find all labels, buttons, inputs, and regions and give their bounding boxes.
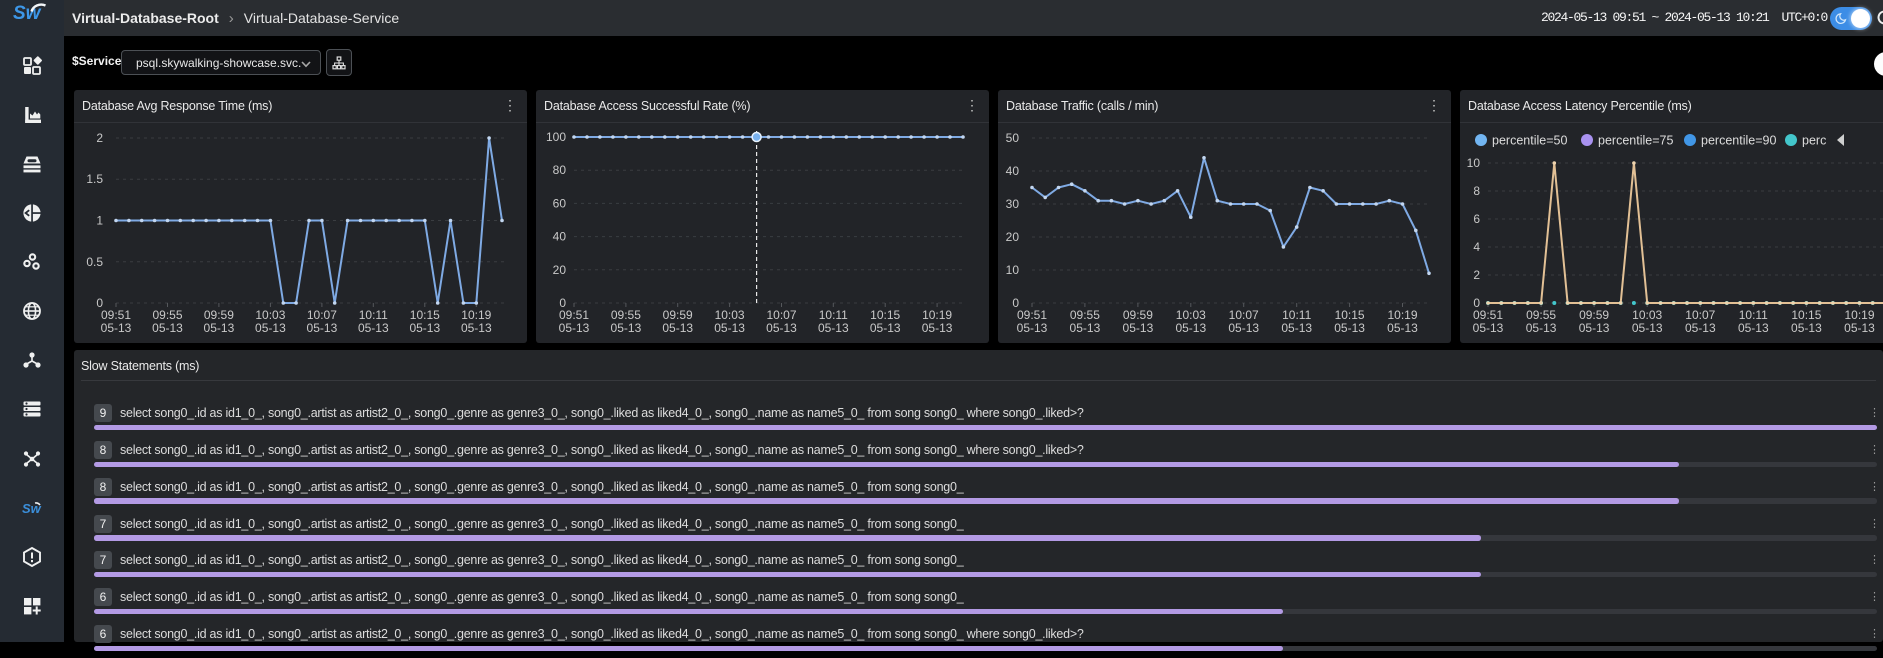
- svg-text:05-13: 05-13: [1228, 321, 1259, 335]
- svg-text:05-13: 05-13: [922, 321, 953, 335]
- svg-text:09:55: 09:55: [1070, 308, 1100, 322]
- svg-text:05-13: 05-13: [204, 321, 235, 335]
- svg-text:4: 4: [1473, 240, 1480, 254]
- svg-text:05-13: 05-13: [1123, 321, 1154, 335]
- svg-text:05-13: 05-13: [1017, 321, 1048, 335]
- svg-text:05-13: 05-13: [766, 321, 797, 335]
- svg-text:05-13: 05-13: [818, 321, 849, 335]
- svg-text:05-13: 05-13: [1632, 321, 1663, 335]
- svg-text:05-13: 05-13: [1070, 321, 1101, 335]
- svg-text:10:19: 10:19: [1844, 308, 1874, 322]
- svg-text:05-13: 05-13: [307, 321, 338, 335]
- svg-text:09:59: 09:59: [663, 308, 693, 322]
- svg-text:80: 80: [553, 163, 567, 177]
- svg-text:09:59: 09:59: [204, 308, 234, 322]
- svg-text:10:03: 10:03: [715, 308, 745, 322]
- svg-text:40: 40: [553, 230, 567, 244]
- svg-text:10:19: 10:19: [922, 308, 952, 322]
- svg-text:05-13: 05-13: [1473, 321, 1504, 335]
- svg-text:2: 2: [1473, 268, 1480, 282]
- svg-text:09:51: 09:51: [101, 308, 131, 322]
- svg-text:100: 100: [546, 130, 566, 144]
- svg-text:05-13: 05-13: [152, 321, 183, 335]
- svg-text:05-13: 05-13: [714, 321, 745, 335]
- svg-text:10:15: 10:15: [870, 308, 900, 322]
- svg-text:50: 50: [1006, 131, 1020, 145]
- svg-text:10:03: 10:03: [1176, 308, 1206, 322]
- svg-text:05-13: 05-13: [1334, 321, 1365, 335]
- svg-text:10: 10: [1467, 156, 1481, 170]
- svg-text:05-13: 05-13: [1579, 321, 1610, 335]
- svg-text:09:51: 09:51: [1473, 308, 1503, 322]
- svg-text:10:11: 10:11: [819, 308, 848, 322]
- svg-text:percentile=90: percentile=90: [1701, 134, 1776, 148]
- svg-text:10: 10: [1006, 263, 1020, 277]
- svg-text:10:15: 10:15: [1335, 308, 1365, 322]
- svg-text:05-13: 05-13: [1791, 321, 1822, 335]
- svg-text:10:07: 10:07: [1229, 308, 1259, 322]
- svg-text:10:03: 10:03: [1632, 308, 1662, 322]
- svg-text:10:07: 10:07: [307, 308, 337, 322]
- svg-text:05-13: 05-13: [662, 321, 693, 335]
- svg-text:09:51: 09:51: [559, 308, 589, 322]
- svg-text:20: 20: [553, 263, 567, 277]
- svg-text:1: 1: [96, 214, 103, 228]
- svg-text:05-13: 05-13: [870, 321, 901, 335]
- svg-text:10:11: 10:11: [359, 308, 388, 322]
- svg-text:09:55: 09:55: [152, 308, 182, 322]
- svg-text:09:51: 09:51: [1017, 308, 1047, 322]
- svg-text:05-13: 05-13: [1844, 321, 1875, 335]
- svg-text:05-13: 05-13: [409, 321, 440, 335]
- svg-text:10:15: 10:15: [410, 308, 440, 322]
- svg-text:10:19: 10:19: [1387, 308, 1417, 322]
- svg-text:09:55: 09:55: [1526, 308, 1556, 322]
- svg-text:05-13: 05-13: [461, 321, 492, 335]
- svg-text:05-13: 05-13: [1281, 321, 1312, 335]
- svg-text:10:11: 10:11: [1282, 308, 1311, 322]
- svg-text:10:07: 10:07: [1685, 308, 1715, 322]
- svg-text:09:55: 09:55: [611, 308, 641, 322]
- svg-text:10:11: 10:11: [1739, 308, 1768, 322]
- svg-text:0.5: 0.5: [86, 255, 103, 269]
- svg-text:20: 20: [1006, 230, 1020, 244]
- svg-text:10:07: 10:07: [766, 308, 796, 322]
- svg-text:8: 8: [1473, 184, 1480, 198]
- svg-text:10:03: 10:03: [255, 308, 285, 322]
- svg-text:05-13: 05-13: [1738, 321, 1769, 335]
- svg-text:6: 6: [1473, 212, 1480, 226]
- svg-text:1.5: 1.5: [86, 172, 103, 186]
- svg-text:05-13: 05-13: [358, 321, 389, 335]
- svg-text:05-13: 05-13: [1526, 321, 1557, 335]
- svg-text:percentile=50: percentile=50: [1492, 134, 1567, 148]
- svg-text:30: 30: [1006, 197, 1020, 211]
- svg-text:10:19: 10:19: [461, 308, 491, 322]
- svg-text:05-13: 05-13: [101, 321, 132, 335]
- svg-text:40: 40: [1006, 164, 1020, 178]
- svg-text:09:59: 09:59: [1123, 308, 1153, 322]
- svg-text:05-13: 05-13: [559, 321, 590, 335]
- svg-text:60: 60: [553, 196, 567, 210]
- svg-text:05-13: 05-13: [611, 321, 642, 335]
- svg-text:percentile=75: percentile=75: [1598, 134, 1673, 148]
- svg-text:05-13: 05-13: [1685, 321, 1716, 335]
- svg-text:perc: perc: [1802, 134, 1826, 148]
- svg-text:2: 2: [96, 131, 103, 145]
- svg-text:05-13: 05-13: [1175, 321, 1206, 335]
- svg-text:09:59: 09:59: [1579, 308, 1609, 322]
- svg-text:10:15: 10:15: [1791, 308, 1821, 322]
- svg-text:05-13: 05-13: [255, 321, 286, 335]
- svg-text:05-13: 05-13: [1387, 321, 1418, 335]
